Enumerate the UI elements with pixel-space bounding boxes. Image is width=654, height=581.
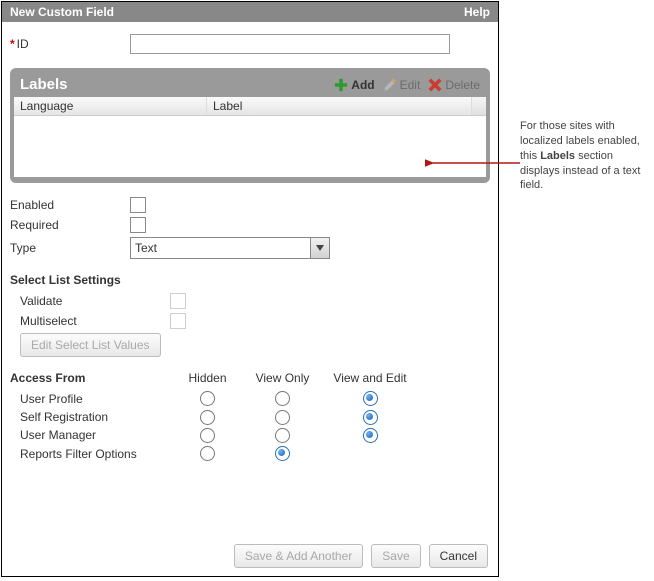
enabled-checkbox[interactable] [130,197,146,213]
titlebar-title: New Custom Field [10,5,114,19]
scrollbar-cap [472,97,486,115]
user-profile-viewonly-radio[interactable] [275,391,290,406]
labels-col-label[interactable]: Label [207,97,472,115]
edit-select-list-values-button: Edit Select List Values [20,333,161,357]
self-registration-viewedit-radio[interactable] [363,410,378,425]
labels-col-language[interactable]: Language [14,97,207,115]
validate-label: Validate [20,294,170,308]
access-row-reports-filter: Reports Filter Options [20,446,490,461]
id-row: *ID [10,34,490,54]
required-row: Required [10,217,490,233]
labels-panel-head: Labels Add Edit Delete [14,72,486,97]
multiselect-label: Multiselect [20,314,170,328]
self-registration-viewonly-radio[interactable] [275,410,290,425]
enabled-label: Enabled [10,198,130,212]
save-button: Save [371,544,420,568]
validate-row: Validate [20,293,490,309]
user-profile-viewedit-radio[interactable] [363,391,378,406]
user-manager-hidden-radio[interactable] [200,428,215,443]
self-registration-hidden-radio[interactable] [200,410,215,425]
labels-panel-actions: Add Edit Delete [334,78,480,92]
labels-thead: Language Label [14,97,486,116]
type-label: Type [10,241,130,255]
access-row-user-profile: User Profile [20,391,490,406]
id-label: *ID [10,37,130,51]
reports-filter-viewonly-radio[interactable] [275,446,290,461]
type-row: Type Text [10,237,490,259]
labels-panel: Labels Add Edit Delete [10,68,490,183]
type-select[interactable]: Text [130,237,330,259]
labels-tbody [14,116,486,177]
help-link[interactable]: Help [464,5,490,19]
save-add-another-button: Save & Add Another [234,544,363,568]
x-icon [428,78,442,92]
access-from-heading-row: Access From Hidden View Only View and Ed… [10,371,490,385]
action-bar: Save & Add Another Save Cancel [234,544,488,568]
labels-add-button[interactable]: Add [334,78,374,92]
access-col-viewedit: View and Edit [320,371,420,385]
access-grid: User Profile Self Registration User Mana… [20,391,490,461]
cancel-button[interactable]: Cancel [429,544,488,568]
plus-icon [334,78,348,92]
labels-table: Language Label [14,97,486,177]
labels-panel-title: Labels [20,76,68,93]
access-from-heading: Access From [10,371,170,385]
callout-text: For those sites with localized labels en… [520,119,648,193]
required-label: Required [10,218,130,232]
labels-delete-button: Delete [428,78,480,92]
access-row-self-registration: Self Registration [20,409,490,424]
validate-checkbox[interactable] [170,293,186,309]
chevron-down-icon [310,238,329,258]
enabled-row: Enabled [10,197,490,213]
new-custom-field-dialog: New Custom Field Help *ID Labels Add [1,1,499,577]
multiselect-checkbox[interactable] [170,313,186,329]
titlebar: New Custom Field Help [2,2,498,22]
user-manager-viewonly-radio[interactable] [275,428,290,443]
type-select-value: Text [135,241,157,255]
multiselect-row: Multiselect [20,313,490,329]
reports-filter-hidden-radio[interactable] [200,446,215,461]
pencil-icon [383,78,397,92]
required-checkbox[interactable] [130,217,146,233]
user-manager-viewedit-radio[interactable] [363,428,378,443]
labels-edit-button: Edit [383,78,421,92]
id-input[interactable] [130,34,450,54]
select-list-heading: Select List Settings [10,273,490,287]
form-body: *ID Labels Add Edit D [2,22,498,472]
required-mark: * [10,37,15,51]
access-col-hidden: Hidden [170,371,245,385]
access-col-viewonly: View Only [245,371,320,385]
user-profile-hidden-radio[interactable] [200,391,215,406]
access-row-user-manager: User Manager [20,428,490,443]
